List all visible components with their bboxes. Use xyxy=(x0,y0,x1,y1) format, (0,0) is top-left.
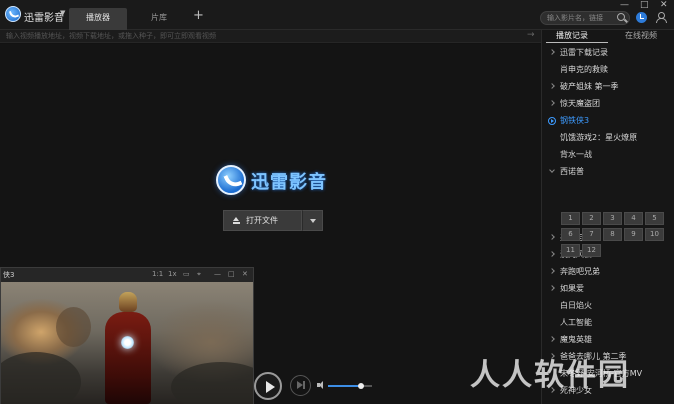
eject-icon xyxy=(233,217,240,224)
chevron-right-icon[interactable] xyxy=(549,251,555,257)
search-icon[interactable] xyxy=(617,13,625,21)
history-item[interactable]: 西诺普 xyxy=(542,164,674,180)
history-item[interactable]: 魔鬼英雄 xyxy=(542,332,674,348)
thunder-account-icon[interactable] xyxy=(636,12,647,23)
episode-button[interactable]: 8 xyxy=(603,228,622,241)
history-item-label: 魔鬼英雄 xyxy=(560,335,592,344)
next-button[interactable] xyxy=(290,375,311,396)
history-item[interactable]: 奔跑吧兄弟 xyxy=(542,264,674,280)
history-item-label: 人工智能 xyxy=(560,318,592,327)
play-button[interactable] xyxy=(254,372,282,400)
history-item-label: 肖申克的救赎 xyxy=(560,65,608,74)
brand-logo-icon xyxy=(216,165,246,195)
app-logo-icon[interactable] xyxy=(5,6,21,22)
history-item[interactable]: 钢铁侠3 xyxy=(542,113,674,129)
history-item[interactable]: 背水一战 xyxy=(542,147,674,163)
mini-maximize-button[interactable]: □ xyxy=(228,270,235,278)
chevron-right-icon[interactable] xyxy=(549,83,555,89)
open-file-label: 打开文件 xyxy=(246,216,278,225)
mini-player-window[interactable]: 侠3 1:1 1x ▭ ⌖ — □ ✕ xyxy=(0,267,254,404)
volume-knob[interactable] xyxy=(358,383,364,389)
tab-library[interactable]: 片库 xyxy=(130,8,188,30)
brand-name: 迅雷影音 xyxy=(251,172,327,193)
volume-slider[interactable] xyxy=(328,383,372,389)
close-button[interactable]: ✕ xyxy=(660,1,668,10)
minimize-button[interactable]: — xyxy=(620,1,629,10)
episode-button[interactable]: 6 xyxy=(561,228,580,241)
mini-player-title-bar[interactable]: 侠3 1:1 1x ▭ ⌖ — □ ✕ xyxy=(1,268,253,282)
history-item[interactable]: 惊天魔盗团 xyxy=(542,96,674,112)
history-item-label: 破产姐妹 第一季 xyxy=(560,82,619,91)
episode-button[interactable]: 3 xyxy=(603,212,622,225)
open-file-dropdown-button[interactable] xyxy=(302,210,323,231)
history-item[interactable]: 肖申克的救赎 xyxy=(542,62,674,78)
address-input[interactable]: 输入视频播放地址，视频下载地址，或拖入种子，即可立即观看视频 xyxy=(6,31,216,41)
volume-icon[interactable] xyxy=(317,381,325,389)
episode-grid: 1 2 3 4 5 6 7 8 9 10 11 12 xyxy=(561,212,666,258)
speed-button[interactable]: 1x xyxy=(168,270,177,278)
history-item[interactable]: 如果爱 xyxy=(542,281,674,297)
video-frame[interactable] xyxy=(1,282,253,404)
episode-button[interactable]: 7 xyxy=(582,228,601,241)
episode-button[interactable]: 11 xyxy=(561,244,580,257)
chevron-right-icon[interactable] xyxy=(549,268,555,274)
mini-minimize-button[interactable]: — xyxy=(214,270,221,278)
history-item-label: 背水一战 xyxy=(560,150,592,159)
episode-button[interactable]: 10 xyxy=(645,228,664,241)
history-item-label: 惊天魔盗团 xyxy=(560,99,600,108)
episode-button[interactable]: 4 xyxy=(624,212,643,225)
right-panel: 播放记录 在线视频 迅雷下载记录 肖申克的救赎 破产姐妹 第一季 惊天魔盗团 钢铁侠3 饥… xyxy=(541,30,674,404)
chevron-right-icon[interactable] xyxy=(549,100,555,106)
watermark-logo: 人人软件园 xyxy=(470,358,630,393)
mini-close-button[interactable]: ✕ xyxy=(242,270,248,278)
history-item-label: 白日焰火 xyxy=(560,301,592,310)
history-item-label: 钢铁侠3 xyxy=(560,116,590,125)
video-subject xyxy=(101,292,155,404)
tab-player[interactable]: 播放器 xyxy=(69,8,127,30)
history-item[interactable]: 破产姐妹 第一季 xyxy=(542,79,674,95)
user-icon[interactable] xyxy=(656,12,667,23)
history-item[interactable]: 饥饿游戏2：星火燎原 xyxy=(542,130,674,146)
volume-fill xyxy=(328,385,361,387)
aspect-ratio-button[interactable]: 1:1 xyxy=(152,270,163,278)
maximize-button[interactable]: □ xyxy=(640,1,649,10)
app-menu-chevron-down-icon[interactable]: ▼ xyxy=(60,9,65,17)
history-item-label: 如果爱 xyxy=(560,284,584,293)
chevron-right-icon[interactable] xyxy=(549,49,555,55)
title-bar: 迅雷影音 ▼ 播放器 片库 + 输入影片名，链接 xyxy=(0,0,674,30)
chevron-right-icon[interactable] xyxy=(549,285,555,291)
tab-online-video[interactable]: 在线视频 xyxy=(625,30,657,43)
add-tab-plus-icon[interactable]: + xyxy=(193,9,204,22)
chevron-right-icon[interactable] xyxy=(549,336,555,342)
mini-player-title: 侠3 xyxy=(3,271,15,279)
app-name[interactable]: 迅雷影音 xyxy=(24,9,64,24)
chevron-right-icon[interactable] xyxy=(549,234,555,240)
episode-button[interactable]: 12 xyxy=(582,244,601,257)
episode-button[interactable]: 2 xyxy=(582,212,601,225)
history-item[interactable]: 白日焰火 xyxy=(542,298,674,314)
history-item-label: 西诺普 xyxy=(560,167,584,176)
history-item-label: 奔跑吧兄弟 xyxy=(560,267,600,276)
history-item-label: 饥饿游戏2：星火燎原 xyxy=(560,133,638,142)
chevron-down-icon[interactable] xyxy=(549,167,555,173)
episode-button[interactable]: 5 xyxy=(645,212,664,225)
episode-button[interactable]: 1 xyxy=(561,212,580,225)
episode-button[interactable]: 9 xyxy=(624,228,643,241)
history-item-label: 迅雷下载记录 xyxy=(560,48,608,57)
tab-underline xyxy=(546,42,608,43)
pin-icon[interactable]: ⌖ xyxy=(197,270,201,278)
history-item[interactable]: 人工智能 xyxy=(542,315,674,331)
go-arrow-icon[interactable]: → xyxy=(527,30,535,40)
pip-icon[interactable]: ▭ xyxy=(183,270,190,278)
address-bar[interactable]: 输入视频播放地址，视频下载地址，或拖入种子，即可立即观看视频 → xyxy=(0,30,541,43)
history-item[interactable]: 迅雷下载记录 xyxy=(542,45,674,61)
now-playing-icon xyxy=(548,117,556,125)
